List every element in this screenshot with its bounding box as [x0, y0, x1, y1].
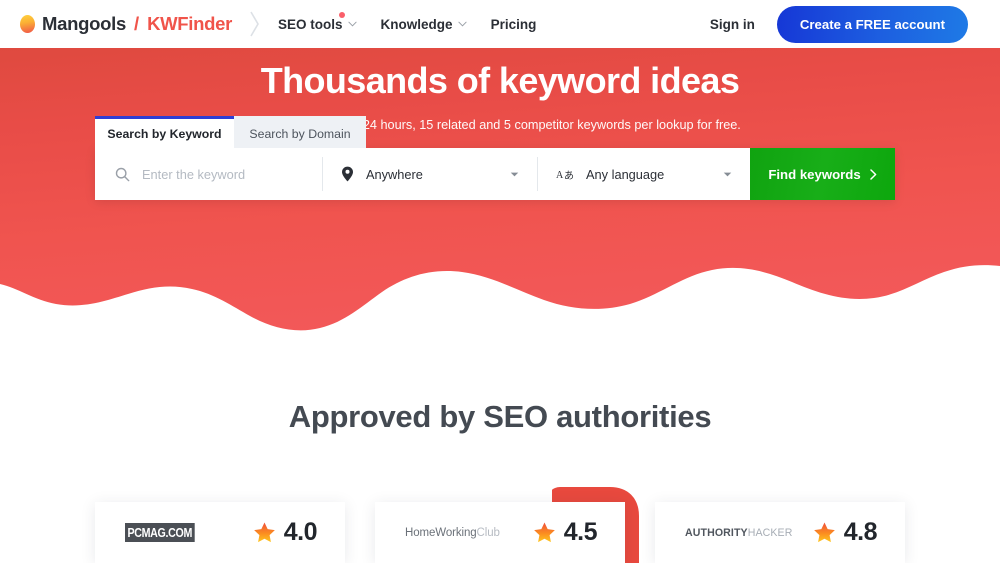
- authority-card: AUTHORITYHACKER 4.8: [655, 502, 905, 563]
- rating-value: 4.8: [843, 518, 878, 546]
- language-select[interactable]: A あ Any language: [537, 148, 750, 200]
- search-bar: Enter the keyword Anywhere A あ Any langu…: [95, 148, 895, 200]
- search-icon: [115, 167, 130, 181]
- logo-part-light: HACKER: [747, 526, 793, 539]
- find-keywords-label: Find keywords: [768, 166, 861, 182]
- authorities-title: Approved by SEO authorities: [288, 399, 712, 434]
- chevron-down-icon: [457, 21, 467, 27]
- hero-wave-divider-icon: [0, 265, 1000, 334]
- svg-text:A: A: [556, 170, 564, 181]
- star-icon: [253, 522, 275, 543]
- logo-part-bold: AUTHORITY: [685, 526, 748, 539]
- chevron-right-icon: [869, 168, 877, 180]
- star-icon: [533, 522, 555, 543]
- rating: 4.8: [813, 518, 878, 547]
- new-badge-dot-icon: [338, 11, 345, 18]
- brand-logo[interactable]: Mangools / KWFinder: [20, 13, 232, 35]
- create-free-account-button[interactable]: Create a FREE account: [776, 5, 968, 43]
- nav-divider-icon: [250, 11, 259, 37]
- chevron-down-icon: [723, 172, 732, 177]
- authority-card: PCMAG.COM 4.0: [95, 502, 345, 563]
- hero-title: Thousands of keyword ideas: [260, 60, 740, 101]
- rating: 4.0: [253, 518, 318, 547]
- authorityhacker-logo: AUTHORITYHACKER: [685, 527, 792, 539]
- location-select[interactable]: Anywhere: [322, 148, 537, 200]
- nav-item-label: SEO tools: [278, 16, 343, 32]
- chevron-down-icon: [347, 21, 357, 27]
- language-value: Any language: [586, 166, 665, 182]
- find-keywords-button[interactable]: Find keywords: [750, 148, 895, 200]
- brand-separator: /: [133, 13, 140, 34]
- keyword-search-widget: Search by Keyword Search by Domain Enter…: [95, 116, 895, 200]
- svg-text:あ: あ: [564, 170, 574, 181]
- nav-item-label: Knowledge: [380, 16, 453, 32]
- logo-part-light: Club: [476, 526, 500, 539]
- homeworkingclub-logo: HomeWorkingClub: [405, 527, 500, 539]
- tab-label: Search by Domain: [249, 126, 351, 141]
- chevron-down-icon: [510, 172, 519, 177]
- nav-item-knowledge[interactable]: Knowledge: [381, 17, 467, 32]
- logo-part-bold: HomeWorking: [405, 526, 477, 539]
- rating: 4.5: [533, 518, 598, 547]
- tab-search-by-domain[interactable]: Search by Domain: [234, 116, 366, 148]
- rating-value: 4.5: [563, 518, 598, 546]
- location-value: Anywhere: [366, 166, 423, 182]
- tab-label: Search by Keyword: [107, 126, 222, 141]
- nav-item-pricing[interactable]: Pricing: [491, 17, 537, 32]
- primary-nav: SEO tools Knowledge Pricing: [278, 11, 537, 32]
- brand-name: Mangools: [42, 13, 126, 34]
- tab-search-by-keyword[interactable]: Search by Keyword: [95, 116, 234, 148]
- header-actions: Sign in Create a FREE account: [710, 5, 968, 43]
- search-mode-tabs: Search by Keyword Search by Domain: [95, 116, 895, 148]
- keyword-input-placeholder: Enter the keyword: [142, 166, 246, 182]
- site-header: Mangools / KWFinder SEO tools Knowledge: [0, 0, 1000, 48]
- pcmag-logo: PCMAG.COM: [125, 523, 195, 542]
- authority-cards: PCMAG.COM 4.0 HomeWorkingClub 4.5 AUTHOR…: [95, 502, 905, 563]
- nav-item-seo-tools[interactable]: SEO tools: [278, 11, 357, 32]
- rating-value: 4.0: [283, 518, 318, 546]
- keyword-input-field[interactable]: Enter the keyword: [95, 148, 322, 200]
- sign-in-link[interactable]: Sign in: [710, 17, 755, 32]
- star-icon: [813, 522, 835, 543]
- nav-item-label: Pricing: [490, 16, 537, 32]
- translate-language-icon: A あ: [556, 170, 574, 181]
- authority-card: HomeWorkingClub 4.5: [375, 502, 625, 563]
- brand-app-name: KWFinder: [147, 13, 233, 34]
- location-pin-icon: [342, 166, 353, 182]
- page-root: Mangools / KWFinder SEO tools Knowledge: [0, 0, 1000, 563]
- mangools-mango-icon: [20, 15, 35, 33]
